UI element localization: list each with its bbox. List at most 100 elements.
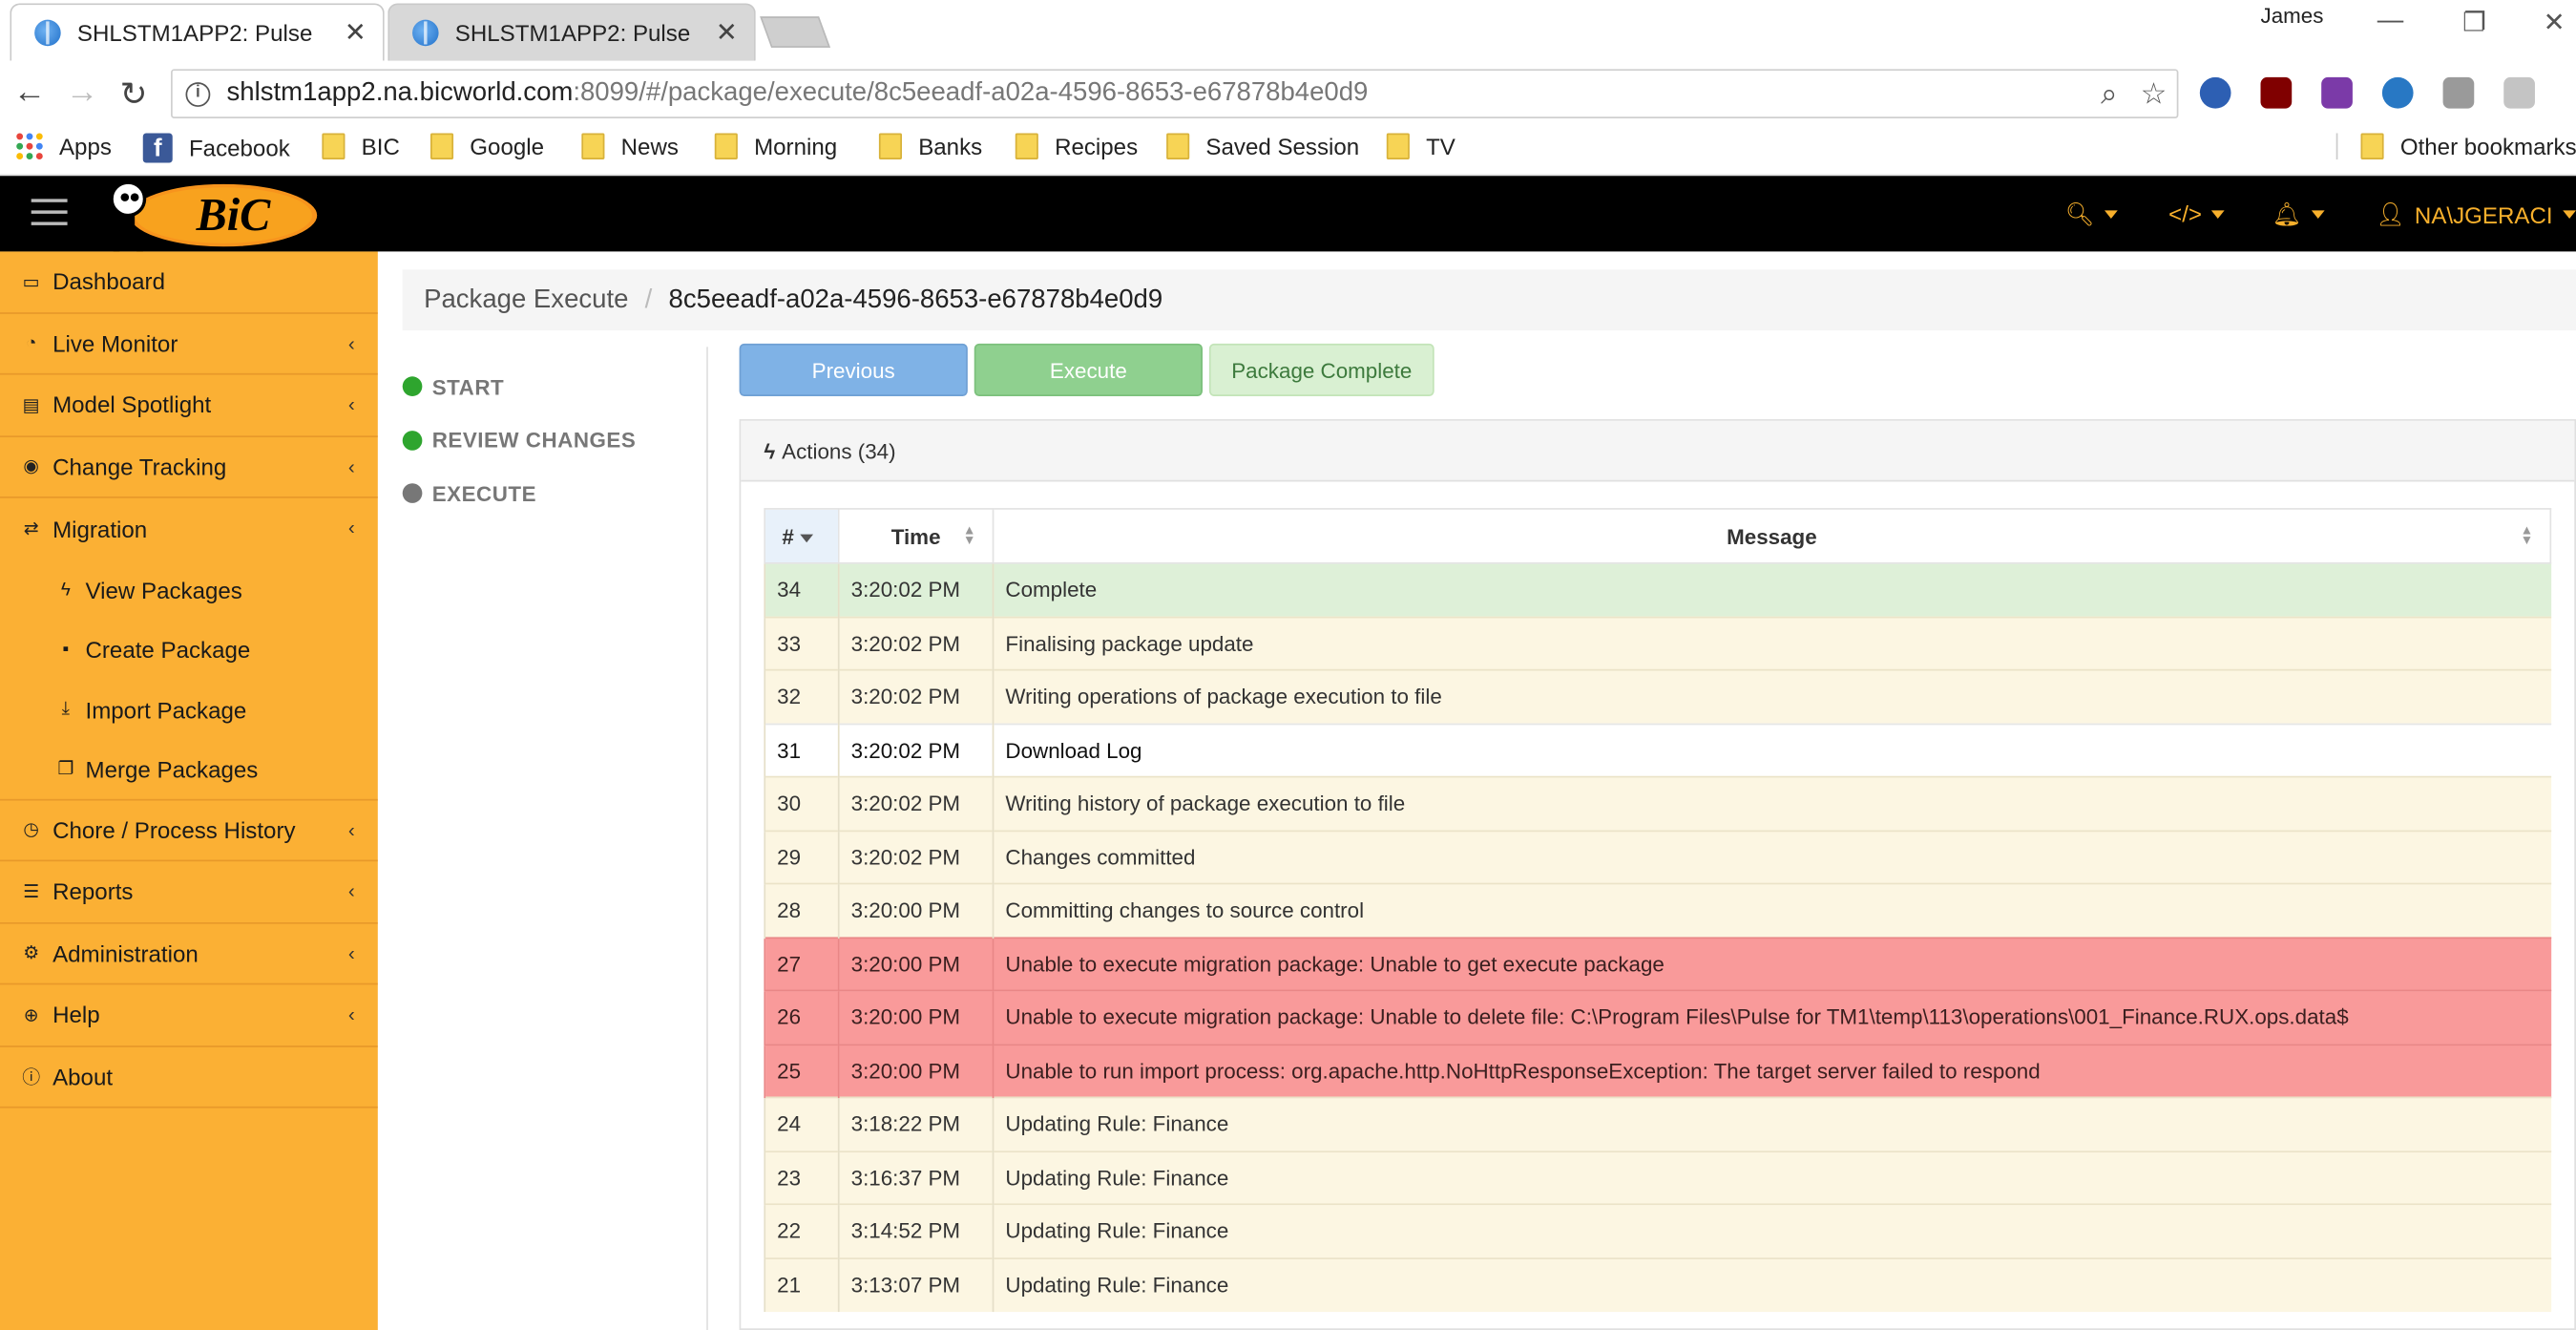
globe-icon — [412, 19, 439, 47]
breadcrumb-package-execute[interactable]: Package Execute — [424, 285, 628, 315]
close-icon[interactable]: ✕ — [716, 16, 738, 49]
close-icon[interactable]: ✕ — [345, 16, 367, 49]
onenote-icon[interactable] — [2321, 76, 2353, 109]
url-path: :8099/#/package/execute/8c5eeadf-a02a-45… — [573, 78, 1369, 107]
new-tab-button[interactable] — [760, 16, 831, 48]
execute-button[interactable]: Execute — [974, 343, 1203, 396]
header-code-menu[interactable]: </> — [2168, 201, 2226, 227]
zoom-icon[interactable]: ⌕ — [2101, 77, 2117, 112]
row-time: 3:20:02 PM — [837, 775, 994, 831]
bookmark-other[interactable]: Other bookmarks — [2335, 133, 2576, 160]
sidebar-item-help[interactable]: ⊕ Help ‹ — [0, 984, 378, 1046]
bookmark-google[interactable]: Google — [429, 133, 544, 160]
cogs-icon: ⚙ — [23, 943, 40, 964]
sidebar-item-label: Reports — [52, 877, 134, 905]
sidebar-item-live-monitor[interactable]: ◔ Live Monitor ‹ — [0, 313, 378, 375]
breadcrumb-package-id: 8c5eeadf-a02a-4596-8653-e67878b4e0d9 — [668, 285, 1163, 314]
sidebar-item-administration[interactable]: ⚙ Administration ‹ — [0, 923, 378, 985]
step-execute[interactable]: EXECUTE — [402, 467, 706, 520]
sidebar-subitem-create-package[interactable]: ▪ Create Package — [0, 620, 378, 680]
bookmark-banks[interactable]: Banks — [878, 133, 982, 160]
life-ring-icon: ⊕ — [23, 1005, 39, 1026]
bookmark-recipes[interactable]: Recipes — [1015, 133, 1138, 160]
table-row: 27 3:20:00 PM Unable to execute migration … — [764, 936, 2551, 991]
row-number: 33 — [764, 615, 839, 670]
column-header-time[interactable]: Time ▲ ▼ — [837, 508, 995, 564]
sidebar-subitem-merge-packages[interactable]: ❐ Merge Packages — [0, 740, 378, 800]
minimize-icon[interactable]: — — [2377, 7, 2404, 36]
info-icon[interactable]: i — [185, 81, 211, 107]
row-number: 23 — [764, 1150, 839, 1205]
row-message: Updating Rule: Finance — [992, 1256, 2551, 1312]
bell-icon: 🔔︎ — [2272, 201, 2302, 227]
row-number: 30 — [764, 775, 839, 831]
folder-icon — [1015, 133, 1038, 160]
sidebar-subitem-view-packages[interactable]: ϟ View Packages — [0, 559, 378, 620]
bookmark-star-icon[interactable]: ☆ — [2141, 77, 2168, 112]
sidebar-item-change-tracking[interactable]: ◉ Change Tracking ‹ — [0, 436, 378, 498]
sort-icon: ▲ ▼ — [962, 522, 976, 548]
sidebar-item-label: Live Monitor — [52, 329, 178, 357]
step-status-dot-icon — [402, 483, 423, 504]
metamask-icon[interactable] — [2381, 76, 2414, 109]
sidebar-item-model-spotlight[interactable]: ▤ Model Spotlight ‹ — [0, 375, 378, 437]
bookmark-label: Facebook — [188, 135, 290, 161]
bookmark-apps[interactable]: Apps — [16, 133, 112, 160]
browser-tab-inactive[interactable]: SHLSTM1APP2: Pulse ✕ — [387, 3, 756, 61]
sidebar-item-chore-history[interactable]: ◷ Chore / Process History ‹ — [0, 800, 378, 862]
sidebar-item-about[interactable]: ⓘ About — [0, 1046, 378, 1108]
window-close-icon[interactable]: ✕ — [2544, 7, 2566, 39]
row-number: 24 — [764, 1096, 839, 1151]
sidebar-item-migration[interactable]: ⇄ Migration ‹ — [0, 498, 378, 560]
restore-icon[interactable]: ❐ — [2462, 7, 2486, 39]
sidebar-item-dashboard[interactable]: ▭ Dashboard — [0, 251, 378, 314]
bookmark-news[interactable]: News — [581, 133, 679, 160]
window-user-label: James — [2260, 3, 2324, 29]
browser-tab-active[interactable]: SHLSTM1APP2: Pulse ✕ — [10, 3, 385, 61]
generic-ext-icon[interactable] — [2442, 76, 2475, 109]
sidebar-subitem-label: Import Package — [85, 696, 247, 724]
wizard-steps: START REVIEW CHANGES EXECUTE — [402, 360, 706, 520]
row-message[interactable]: Download Log — [992, 722, 2551, 777]
header-search-menu[interactable]: 🔍︎ — [2065, 201, 2118, 228]
chevron-left-icon: ‹ — [347, 454, 355, 478]
sidebar-item-reports[interactable]: ☰ Reports ‹ — [0, 861, 378, 923]
copy-icon: ❐ — [57, 759, 74, 780]
reload-icon[interactable]: ↻ — [120, 74, 148, 115]
bookmark-saved-session[interactable]: Saved Session — [1166, 133, 1359, 160]
header-notifications-menu[interactable]: 🔔︎ — [2272, 201, 2325, 228]
sidebar-subitem-label: Merge Packages — [85, 755, 259, 783]
sidebar-subitem-import-package[interactable]: ⤓ Import Package — [0, 680, 378, 740]
previous-button[interactable]: Previous — [739, 343, 968, 396]
sidebar-item-label: Administration — [52, 939, 199, 967]
address-bar[interactable]: i shlstm1app2.na.bicworld.com:8099/#/pac… — [171, 69, 2179, 118]
actions-table: # Time ▲ ▼ Message ▲ ▼ 34 3:20:02 PM Complet… — [764, 508, 2552, 1312]
bookmark-bic[interactable]: BIC — [322, 133, 400, 160]
apps-icon — [16, 133, 43, 160]
bookmark-morning[interactable]: Morning — [714, 133, 837, 160]
facebook-ext-icon[interactable] — [2199, 76, 2231, 109]
header-user-menu[interactable]: 👤︎ NA\JGERACI — [2376, 201, 2576, 228]
column-header-number[interactable]: # — [764, 508, 840, 564]
chevron-left-icon: ‹ — [347, 330, 355, 355]
step-start[interactable]: START — [402, 360, 706, 413]
ublock-icon[interactable] — [2260, 76, 2293, 109]
table-row: 21 3:13:07 PM Updating Rule: Finance — [764, 1256, 2551, 1312]
row-message: Updating Rule: Finance — [992, 1203, 2551, 1258]
column-header-message[interactable]: Message ▲ ▼ — [992, 508, 2552, 564]
row-number: 21 — [764, 1256, 839, 1312]
sidebar-item-label: Dashboard — [52, 268, 165, 295]
step-label: REVIEW CHANGES — [431, 428, 637, 453]
bookmarks-bar: Apps f Facebook BIC Google News Morning … — [0, 126, 2576, 177]
bookmark-facebook[interactable]: f Facebook — [142, 133, 290, 163]
folder-icon — [581, 133, 605, 160]
back-icon[interactable]: ← — [13, 74, 46, 112]
hamburger-menu-icon[interactable] — [31, 199, 68, 228]
folder-icon — [2360, 133, 2384, 160]
g-ext-icon[interactable] — [2503, 76, 2535, 109]
forward-icon[interactable]: → — [66, 74, 98, 112]
row-time: 3:13:07 PM — [837, 1256, 994, 1312]
bookmark-tv[interactable]: TV — [1386, 133, 1456, 160]
step-review-changes[interactable]: REVIEW CHANGES — [402, 413, 706, 467]
caret-down-icon — [2211, 209, 2226, 219]
